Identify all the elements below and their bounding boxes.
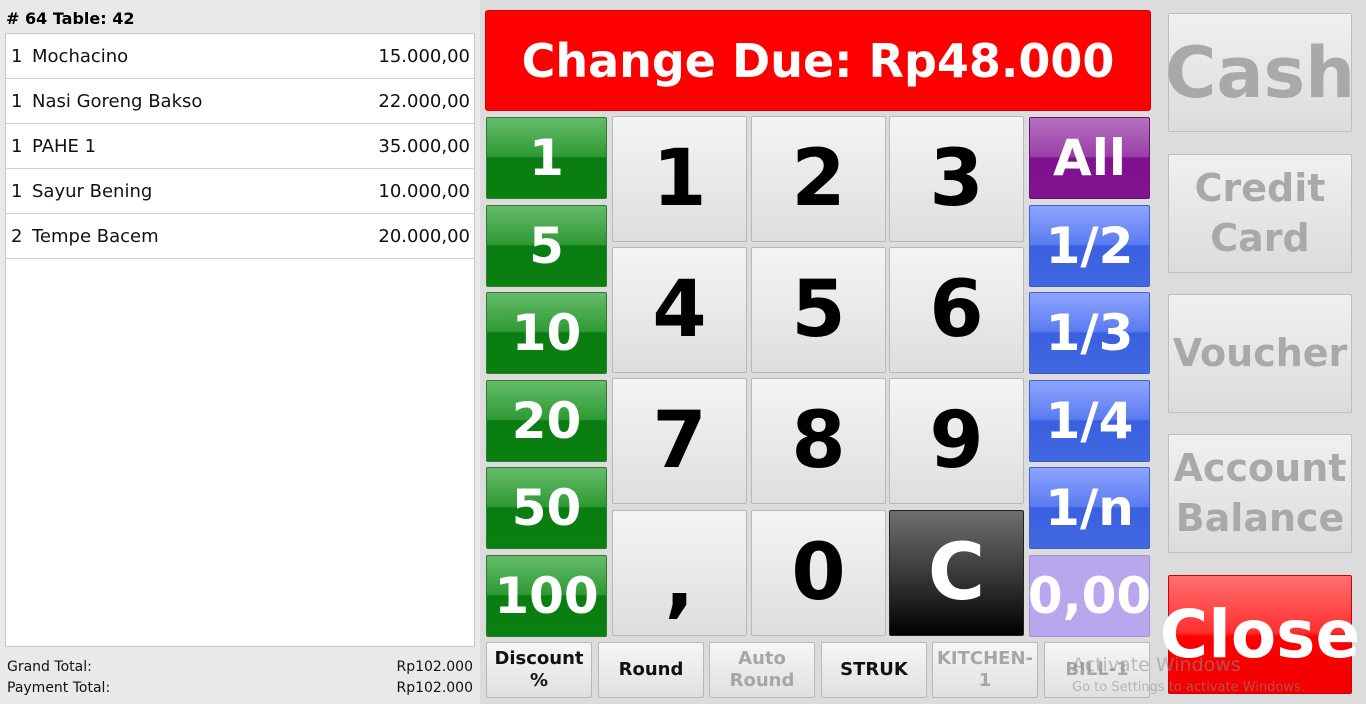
- quick-amount-5-button[interactable]: 5: [486, 205, 607, 287]
- split-n-button[interactable]: 1/n: [1029, 467, 1150, 549]
- discount-button[interactable]: Discount %: [486, 642, 592, 698]
- bill-1-button[interactable]: BILL-1: [1044, 642, 1150, 698]
- payment-total-label: Payment Total:: [7, 680, 111, 696]
- order-row[interactable]: 1 Mochacino 15.000,00: [6, 34, 474, 79]
- keypad-2-button[interactable]: 2: [751, 116, 886, 242]
- cash-button[interactable]: Cash: [1165, 13, 1355, 132]
- order-row[interactable]: 1 PAHE 1 35.000,00: [6, 124, 474, 169]
- kitchen-1-button[interactable]: KITCHEN- 1: [932, 642, 1038, 698]
- close-button[interactable]: Close: [1160, 575, 1360, 694]
- order-name: Nasi Goreng Bakso: [32, 90, 203, 112]
- struk-button[interactable]: STRUK: [821, 642, 927, 698]
- quick-amount-50-button[interactable]: 50: [486, 467, 607, 549]
- order-qty: 1: [11, 45, 23, 67]
- keypad-4-button[interactable]: 4: [612, 247, 747, 373]
- keypad-comma-button[interactable]: ,: [612, 510, 747, 636]
- order-name: Tempe Bacem: [32, 225, 159, 247]
- order-name: PAHE 1: [32, 135, 97, 157]
- order-name: Sayur Bening: [32, 180, 153, 202]
- auto-round-label-line1: Auto: [738, 647, 786, 669]
- keypad-5-button[interactable]: 5: [751, 247, 886, 373]
- order-price: 20.000,00: [378, 225, 470, 247]
- grand-total-label: Grand Total:: [7, 659, 92, 675]
- split-all-button[interactable]: All: [1029, 117, 1150, 199]
- account-balance-label-line1: Account: [1173, 446, 1347, 491]
- account-balance-label-line2: Balance: [1175, 495, 1345, 540]
- zero-amount-button[interactable]: 0,00: [1028, 555, 1151, 637]
- order-row[interactable]: 2 Tempe Bacem 20.000,00: [6, 214, 474, 259]
- order-name: Mochacino: [32, 45, 129, 67]
- auto-round-button[interactable]: Auto Round: [709, 642, 815, 698]
- account-balance-button[interactable]: Account Balance: [1168, 434, 1352, 553]
- order-qty: 1: [11, 90, 23, 112]
- order-list[interactable]: 1 Mochacino 15.000,00 1 Nasi Goreng Baks…: [5, 33, 475, 647]
- grand-total: Grand Total: Rp102.000: [7, 659, 473, 675]
- order-row[interactable]: 1 Sayur Bening 10.000,00: [6, 169, 474, 214]
- keypad-8-button[interactable]: 8: [751, 378, 886, 504]
- keypad-3-button[interactable]: 3: [889, 116, 1024, 242]
- round-button[interactable]: Round: [598, 642, 704, 698]
- keypad-0-button[interactable]: 0: [751, 510, 886, 636]
- keypad-7-button[interactable]: 7: [612, 378, 747, 504]
- order-price: 22.000,00: [378, 90, 470, 112]
- payment-total: Payment Total: Rp102.000: [7, 680, 473, 696]
- voucher-button[interactable]: Voucher: [1168, 294, 1352, 413]
- order-qty: 1: [11, 135, 23, 157]
- keypad-clear-button[interactable]: C: [889, 510, 1024, 636]
- split-third-button[interactable]: 1/3: [1029, 292, 1150, 374]
- change-due-banner: Change Due: Rp48.000: [485, 10, 1151, 111]
- kitchen-label-line1: KITCHEN-: [936, 647, 1034, 669]
- quick-amount-10-button[interactable]: 10: [486, 292, 607, 374]
- discount-label-line1: Discount: [494, 647, 584, 669]
- quick-amount-20-button[interactable]: 20: [486, 380, 607, 462]
- auto-round-label-line2: Round: [729, 670, 795, 691]
- grand-total-value: Rp102.000: [396, 659, 473, 675]
- keypad-1-button[interactable]: 1: [612, 116, 747, 242]
- quick-amount-1-button[interactable]: 1: [486, 117, 607, 199]
- order-price: 35.000,00: [378, 135, 470, 157]
- credit-card-label-line1: Credit: [1194, 166, 1326, 211]
- order-price: 15.000,00: [378, 45, 470, 67]
- order-price: 10.000,00: [378, 180, 470, 202]
- credit-card-label-line2: Card: [1210, 215, 1310, 260]
- quick-amount-100-button[interactable]: 100: [486, 555, 607, 637]
- credit-card-button[interactable]: Credit Card: [1168, 154, 1352, 273]
- order-qty: 1: [11, 180, 23, 202]
- kitchen-label-line2: 1: [978, 670, 992, 691]
- keypad-9-button[interactable]: 9: [889, 378, 1024, 504]
- order-row[interactable]: 1 Nasi Goreng Bakso 22.000,00: [6, 79, 474, 124]
- ticket-panel: # 64 Table: 42 1 Mochacino 15.000,00 1 N…: [0, 0, 480, 704]
- split-quarter-button[interactable]: 1/4: [1029, 380, 1150, 462]
- discount-label-line2: %: [529, 670, 549, 691]
- payment-total-value: Rp102.000: [396, 680, 473, 696]
- keypad-6-button[interactable]: 6: [889, 247, 1024, 373]
- ticket-title: # 64 Table: 42: [6, 9, 135, 28]
- split-half-button[interactable]: 1/2: [1029, 205, 1150, 287]
- order-qty: 2: [11, 225, 23, 247]
